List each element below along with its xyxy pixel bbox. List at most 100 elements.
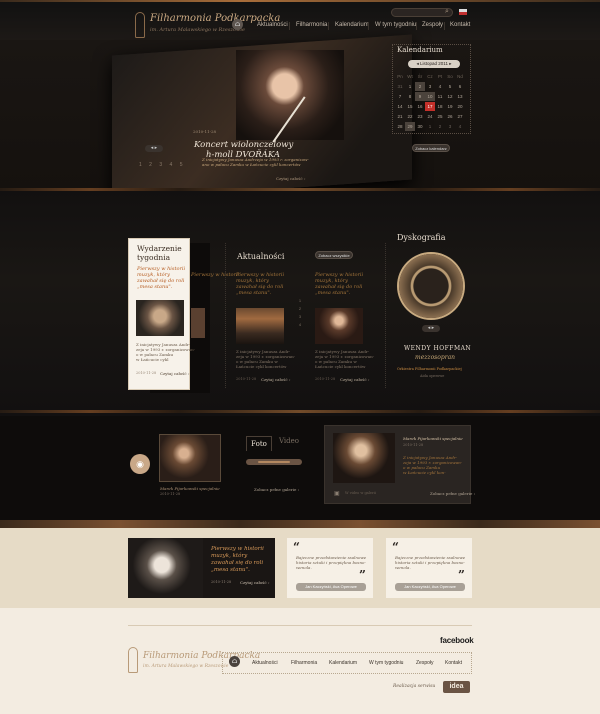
news-page-1[interactable]: 1 <box>296 297 304 305</box>
calendar-day[interactable]: 15 <box>405 102 415 111</box>
calendar-day[interactable]: 31 <box>395 82 405 91</box>
footer-nav-zespoly[interactable]: Zespoły <box>416 660 434 666</box>
news-item-photo[interactable] <box>236 308 284 344</box>
news-item-headline[interactable]: Pierwszy w historii muzyk, który zawahał… <box>315 272 363 296</box>
calendar-day[interactable]: 28 <box>395 122 405 131</box>
nav-item-filharmonia[interactable]: Filharmonia <box>296 22 327 28</box>
promo-photo[interactable] <box>128 538 203 598</box>
camera-icon[interactable]: ◉ <box>130 454 150 474</box>
news-pagination[interactable]: 1 2 3 4 <box>296 297 304 329</box>
calendar-day[interactable]: 18 <box>435 102 445 111</box>
featured-headline-line[interactable]: „mesa stanu". <box>137 284 185 290</box>
gallery-all-label[interactable]: Zobacz pełne galerie <box>254 487 296 492</box>
calendar-day[interactable]: 19 <box>445 102 455 111</box>
calendar-day[interactable]: 17 <box>425 102 435 111</box>
news-page-3[interactable]: 3 <box>296 313 304 321</box>
hero-page-2[interactable]: 2 <box>149 162 155 168</box>
video-all-label[interactable]: Zobacz pełne galerie <box>430 491 472 496</box>
news-headline-line[interactable]: „mesa stanu". <box>236 290 284 296</box>
gallery-all-link[interactable]: Zobacz pełne galerie › <box>254 487 299 492</box>
promo-headline-line[interactable]: „mesa stanu". <box>211 567 264 574</box>
agency-logo[interactable]: idea <box>443 681 470 693</box>
hero-read-more-link[interactable]: Czytaj całość › <box>276 176 305 181</box>
featured-read-more-label[interactable]: Czytaj całość <box>160 371 187 376</box>
calendar-day[interactable]: 20 <box>455 102 465 111</box>
footer-home-icon[interactable]: ⌂ <box>229 656 240 667</box>
news-item-read-more-link[interactable]: Czytaj całość › <box>261 377 290 382</box>
footer-nav-kalendarium[interactable]: Kalendarium <box>329 660 357 666</box>
tab-foto[interactable]: Foto <box>246 436 272 451</box>
calendar-day[interactable]: 16 <box>415 102 425 111</box>
calendar-day[interactable]: 5 <box>445 82 455 91</box>
nav-item-kalendarium[interactable]: Kalendarium <box>335 22 369 28</box>
calendar-day[interactable]: 22 <box>405 112 415 121</box>
calendar-day[interactable]: 8 <box>405 92 415 101</box>
calendar-day[interactable]: 30 <box>415 122 425 131</box>
hero-page-4[interactable]: 4 <box>170 162 176 168</box>
discography-slider-arrows[interactable]: ◂ ▸ <box>422 325 440 332</box>
hero-slider-arrows[interactable]: ◂ ▸ <box>145 145 163 152</box>
footer-logo-icon[interactable] <box>128 647 138 673</box>
tab-video[interactable]: Video <box>279 437 299 445</box>
calendar-day[interactable]: 24 <box>425 112 435 121</box>
footer-nav-w-tym-tygodniu[interactable]: W tym tygodniu <box>369 660 403 666</box>
calendar-day[interactable]: 25 <box>435 112 445 121</box>
calendar-day[interactable]: 26 <box>445 112 455 121</box>
footer-nav-filharmonia[interactable]: Filharmonia <box>291 660 317 666</box>
news-read-more-label[interactable]: Czytaj całość <box>340 377 367 382</box>
video-thumbnail[interactable] <box>333 433 395 483</box>
calendar-day[interactable]: 13 <box>455 92 465 101</box>
news-view-all-button[interactable]: Zobacz wszystkie <box>315 251 353 259</box>
calendar-day[interactable]: 1 <box>405 82 415 91</box>
calendar-day[interactable]: 10 <box>425 92 435 101</box>
search-icon[interactable]: ⌕ <box>445 8 449 16</box>
news-headline-line[interactable]: „mesa stanu". <box>315 290 363 296</box>
language-flag-icon[interactable] <box>459 9 467 15</box>
hero-conductor-photo[interactable] <box>236 50 344 140</box>
hero-read-more-label[interactable]: Czytaj całość <box>276 176 303 181</box>
hero-page-1[interactable]: 1 <box>139 162 145 168</box>
hero-pagination[interactable]: 1 2 3 4 5 <box>139 162 185 168</box>
calendar-day[interactable]: 1 <box>425 122 435 131</box>
calendar-day[interactable]: 3 <box>445 122 455 131</box>
calendar-day[interactable]: 27 <box>455 112 465 121</box>
calendar-day[interactable]: 21 <box>395 112 405 121</box>
footer-nav-kontakt[interactable]: Kontakt <box>445 660 462 666</box>
hero-page-5[interactable]: 5 <box>180 162 186 168</box>
hero-page-3[interactable]: 3 <box>159 162 165 168</box>
promo-headline-line[interactable]: muzyk, który <box>211 553 264 560</box>
facebook-link[interactable]: facebook <box>440 636 474 645</box>
calendar-day[interactable]: 14 <box>395 102 405 111</box>
promo-headline-line[interactable]: zawahał się do roli <box>211 560 264 567</box>
calendar-day[interactable]: 23 <box>415 112 425 121</box>
calendar-day[interactable]: 29 <box>405 122 415 131</box>
news-item-photo[interactable] <box>315 308 363 344</box>
hero-title-line[interactable]: Koncert wiolonczelowy <box>194 140 293 150</box>
calendar-day[interactable]: 4 <box>435 82 445 91</box>
calendar-day[interactable]: 9 <box>415 92 425 101</box>
calendar-day[interactable]: 4 <box>455 122 465 131</box>
calendar-day[interactable]: 11 <box>435 92 445 101</box>
footer-nav-aktualnosci[interactable]: Aktualności <box>252 660 278 666</box>
nav-item-kontakt[interactable]: Kontakt <box>450 22 470 28</box>
calendar-day[interactable]: 2 <box>415 82 425 91</box>
news-read-more-label[interactable]: Czytaj całość <box>261 377 288 382</box>
featured-portrait-photo[interactable] <box>136 300 184 336</box>
news-item-headline[interactable]: Pierwszy w historii muzyk, który zawahał… <box>236 272 284 296</box>
calendar-day[interactable]: 3 <box>425 82 435 91</box>
search-input[interactable] <box>391 8 453 17</box>
nav-item-w-tym-tygodniu[interactable]: W tym tygodniu <box>375 22 416 28</box>
nav-item-aktualnosci[interactable]: Aktualności <box>257 22 288 28</box>
promo-read-more-link[interactable]: Czytaj całość › <box>240 580 269 585</box>
calendar-day[interactable]: 12 <box>445 92 455 101</box>
news-page-2[interactable]: 2 <box>296 305 304 313</box>
featured-read-more-link[interactable]: Czytaj całość › <box>160 371 189 376</box>
featured-headline[interactable]: Pierwszy w historii muzyk, który zawahał… <box>137 266 185 290</box>
logo-icon[interactable] <box>135 12 145 38</box>
promo-headline[interactable]: Pierwszy w historii muzyk, który zawahał… <box>211 546 264 574</box>
nav-item-zespoly[interactable]: Zespoły <box>422 22 443 28</box>
gallery-photo[interactable] <box>159 434 221 482</box>
calendar-view-button[interactable]: Zobacz kalendarz <box>412 144 450 152</box>
home-icon[interactable]: ⌂ <box>232 19 243 30</box>
gallery-scrollbar-thumb[interactable] <box>258 461 290 463</box>
